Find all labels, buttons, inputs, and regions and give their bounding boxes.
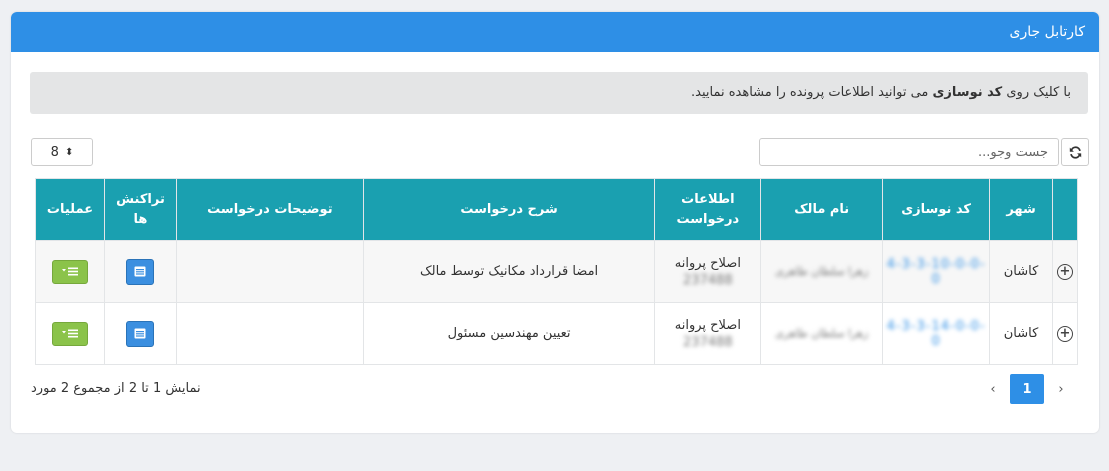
owner-name: زهرا سلطان طاهری (775, 265, 869, 278)
header-city[interactable]: شهر (989, 178, 1054, 241)
operations-button[interactable] (52, 259, 88, 284)
description-cell: تعیین مهندسین مسئول (362, 302, 656, 365)
code-cell: 4-3-3-14-0-0-0 (882, 302, 991, 365)
operations-button[interactable] (52, 321, 88, 346)
notes-cell (175, 240, 364, 303)
header-expand (1052, 178, 1078, 241)
info-number: 237488 (683, 272, 733, 288)
transactions-button[interactable] (126, 320, 155, 347)
search-input[interactable] (759, 138, 1059, 166)
alert-suffix: می توانید اطلاعات پرونده را مشاهده نمایی… (690, 85, 929, 100)
city-cell: کاشان (989, 240, 1054, 303)
owner-cell: زهرا سلطان طاهری (760, 302, 884, 365)
card-list-icon (134, 266, 146, 277)
info-cell: اصلاح پروانه 237488 (654, 240, 762, 303)
header-info-line2: درخواست (676, 211, 740, 227)
info-alert: با کلیک روی کد نوسازی می توانید اطلاعات … (30, 72, 1088, 114)
header-info-line1: اطلاعات (681, 192, 735, 207)
page-size-value: 8 (50, 144, 59, 160)
card-list-icon (134, 328, 146, 339)
table-header-row: شهر کد نوسازی نام مالک اطلاعات درخواست ش… (34, 178, 1078, 241)
plus-circle-icon[interactable]: + (1057, 263, 1073, 280)
transactions-button[interactable] (126, 258, 155, 285)
info-cell: اصلاح پروانه 237488 (654, 302, 762, 365)
header-transactions: تراکنش ها (104, 178, 177, 241)
owner-name: زهرا سلطان طاهری (775, 327, 869, 340)
header-tx-line1: تراکنش (116, 192, 165, 207)
requests-table: شهر کد نوسازی نام مالک اطلاعات درخواست ش… (34, 178, 1078, 365)
ops-cell (34, 302, 106, 365)
expand-cell: + (1052, 240, 1078, 303)
code-link[interactable]: 4-3-3-10-0-0-0 (887, 257, 986, 287)
header-owner[interactable]: نام مالک (760, 178, 884, 241)
transactions-cell (104, 302, 177, 365)
refresh-button[interactable] (1061, 138, 1089, 166)
info-number: 237488 (683, 334, 733, 350)
page-number-1[interactable]: 1 (1010, 374, 1044, 404)
pagination: ‹ 1 › (976, 374, 1078, 404)
header-tx-line2: ها (133, 211, 148, 227)
header-code[interactable]: کد نوسازی (882, 178, 991, 241)
next-page-button[interactable]: › (976, 374, 1010, 404)
code-cell: 4-3-3-10-0-0-0 (882, 240, 991, 303)
info-title: اصلاح پروانه (674, 317, 741, 333)
ops-cell (34, 240, 106, 303)
menu-dropdown-icon (62, 329, 78, 338)
alert-prefix: با کلیک روی (1006, 85, 1071, 100)
alert-bold: کد نوسازی (932, 85, 1003, 100)
sort-caret-icon: ⬍ (64, 146, 74, 158)
page-size-select[interactable]: 8 ⬍ (31, 138, 93, 166)
card-header: کارتابل جاری (11, 12, 1099, 52)
owner-cell: زهرا سلطان طاهری (760, 240, 884, 303)
menu-dropdown-icon (62, 267, 78, 276)
header-description[interactable]: شرح درخواست (362, 178, 656, 241)
code-link[interactable]: 4-3-3-14-0-0-0 (887, 319, 986, 349)
city-cell: کاشان (989, 302, 1054, 365)
refresh-icon (1069, 145, 1081, 159)
transactions-cell (104, 240, 177, 303)
info-title: اصلاح پروانه (674, 255, 741, 271)
prev-page-button[interactable]: ‹ (1044, 374, 1078, 404)
description-cell: امضا قرارداد مکانیک توسط مالک (362, 240, 656, 303)
notes-cell (175, 302, 364, 365)
table-row: + کاشان 4-3-3-14-0-0-0 زهرا سلطان طاهری … (34, 302, 1078, 365)
header-info[interactable]: اطلاعات درخواست (654, 178, 762, 241)
cartable-card: کارتابل جاری با کلیک روی کد نوسازی می تو… (11, 12, 1099, 433)
plus-circle-icon[interactable]: + (1057, 325, 1073, 342)
header-ops: عملیات (34, 178, 106, 241)
header-notes[interactable]: توضیحات درخواست (175, 178, 364, 241)
expand-cell: + (1052, 302, 1078, 365)
card-title: کارتابل جاری (1009, 24, 1085, 40)
pagination-summary: نمایش 1 تا 2 از مجموع 2 مورد (31, 381, 201, 396)
table-row: + کاشان 4-3-3-10-0-0-0 زهرا سلطان طاهری … (34, 240, 1078, 303)
